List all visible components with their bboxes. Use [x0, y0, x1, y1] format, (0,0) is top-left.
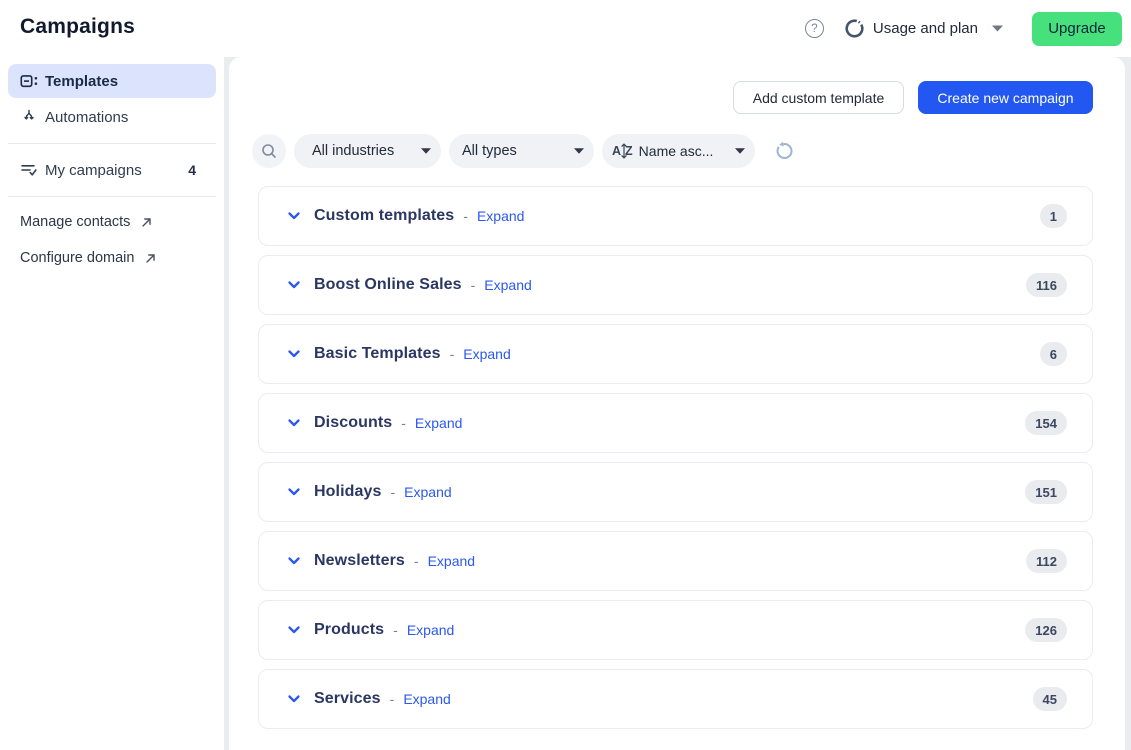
- page-title: Campaigns: [20, 15, 135, 39]
- dash-separator: -: [414, 553, 419, 569]
- my-campaigns-count: 4: [188, 162, 196, 178]
- help-icon[interactable]: ?: [805, 19, 824, 38]
- category-row[interactable]: Services - Expand 45: [258, 669, 1093, 729]
- types-filter-dropdown[interactable]: All types: [449, 134, 594, 168]
- chevron-down-icon[interactable]: [287, 692, 301, 706]
- category-name: Basic Templates: [314, 345, 441, 363]
- sidebar-item-templates[interactable]: Templates: [8, 64, 216, 98]
- sort-az-icon: AZ: [612, 144, 633, 158]
- category-name: Discounts: [314, 414, 392, 432]
- count-badge: 45: [1033, 687, 1067, 711]
- sidebar-item-label: My campaigns: [45, 162, 142, 179]
- expand-link[interactable]: Expand: [404, 484, 451, 500]
- category-row[interactable]: Boost Online Sales - Expand 116: [258, 255, 1093, 315]
- manage-contacts-link[interactable]: Manage contacts: [20, 214, 153, 230]
- category-row[interactable]: Basic Templates - Expand 6: [258, 324, 1093, 384]
- usage-ring-icon: [844, 18, 865, 39]
- header-actions: ? Usage and plan Upgrade: [805, 0, 1122, 57]
- category-row[interactable]: Holidays - Expand 151: [258, 462, 1093, 522]
- automations-icon: [20, 108, 38, 126]
- category-name: Newsletters: [314, 552, 405, 570]
- category-name: Boost Online Sales: [314, 276, 462, 294]
- chevron-down-icon[interactable]: [287, 485, 301, 499]
- count-badge: 112: [1026, 549, 1067, 573]
- category-name: Custom templates: [314, 207, 454, 225]
- count-badge: 154: [1025, 411, 1067, 435]
- my-campaigns-icon: [20, 161, 38, 179]
- add-custom-template-button[interactable]: Add custom template: [733, 81, 904, 114]
- sidebar-divider: [8, 143, 216, 144]
- expand-link[interactable]: Expand: [407, 622, 454, 638]
- external-link-icon: [140, 216, 153, 229]
- category-list: Custom templates - Expand 1 Boost Online…: [258, 186, 1093, 738]
- sidebar-item-label: Templates: [45, 73, 118, 90]
- filter-value: Name asc...: [639, 143, 714, 159]
- dash-separator: -: [391, 484, 396, 500]
- category-row[interactable]: Newsletters - Expand 112: [258, 531, 1093, 591]
- expand-link[interactable]: Expand: [484, 277, 531, 293]
- chevron-down-icon[interactable]: [287, 347, 301, 361]
- usage-and-plan-menu[interactable]: Usage and plan: [844, 18, 1003, 39]
- category-name: Products: [314, 621, 384, 639]
- chevron-down-icon[interactable]: [287, 623, 301, 637]
- sidebar-item-automations[interactable]: Automations: [8, 100, 216, 134]
- usage-label: Usage and plan: [873, 20, 978, 37]
- chevron-down-icon[interactable]: [287, 209, 301, 223]
- header: Campaigns ? Usage and plan Upgrade: [0, 0, 1131, 57]
- category-row[interactable]: Discounts - Expand 154: [258, 393, 1093, 453]
- count-badge: 1: [1040, 204, 1067, 228]
- count-badge: 6: [1040, 342, 1067, 366]
- chevron-down-icon: [735, 148, 745, 154]
- count-badge: 151: [1025, 480, 1067, 504]
- chevron-down-icon: [421, 148, 431, 154]
- create-new-campaign-button[interactable]: Create new campaign: [918, 81, 1093, 114]
- chevron-down-icon: [574, 148, 584, 154]
- sidebar-item-my-campaigns[interactable]: My campaigns 4: [8, 153, 216, 187]
- chevron-down-icon[interactable]: [287, 416, 301, 430]
- filter-value: All types: [462, 143, 517, 159]
- dash-separator: -: [390, 691, 395, 707]
- expand-link[interactable]: Expand: [477, 208, 524, 224]
- industries-filter-dropdown[interactable]: All industries: [294, 134, 441, 168]
- count-badge: 126: [1025, 618, 1067, 642]
- filter-value: All industries: [312, 143, 394, 159]
- configure-domain-link[interactable]: Configure domain: [20, 250, 157, 266]
- category-name: Holidays: [314, 483, 382, 501]
- expand-link[interactable]: Expand: [403, 691, 450, 707]
- sort-dropdown[interactable]: AZ Name asc...: [602, 134, 755, 168]
- search-icon: [260, 142, 279, 161]
- link-label: Configure domain: [20, 250, 134, 266]
- templates-icon: [20, 72, 38, 90]
- sidebar-item-label: Automations: [45, 109, 128, 126]
- search-button[interactable]: [252, 134, 286, 168]
- link-label: Manage contacts: [20, 214, 130, 230]
- chevron-down-icon[interactable]: [287, 554, 301, 568]
- category-row[interactable]: Products - Expand 126: [258, 600, 1093, 660]
- external-link-icon: [144, 252, 157, 265]
- templates-card: Add custom template Create new campaign …: [229, 57, 1125, 750]
- expand-link[interactable]: Expand: [428, 553, 475, 569]
- upgrade-button[interactable]: Upgrade: [1032, 12, 1122, 46]
- dash-separator: -: [450, 346, 455, 362]
- dash-separator: -: [393, 622, 398, 638]
- dash-separator: -: [463, 208, 468, 224]
- sidebar-divider: [8, 196, 216, 197]
- sidebar: Templates Automations My campaigns 4 Man…: [0, 57, 224, 750]
- reset-filters-button[interactable]: [774, 140, 795, 161]
- dash-separator: -: [401, 415, 406, 431]
- category-name: Services: [314, 690, 381, 708]
- expand-link[interactable]: Expand: [415, 415, 462, 431]
- main-panel: Add custom template Create new campaign …: [224, 57, 1131, 750]
- count-badge: 116: [1026, 273, 1067, 297]
- chevron-down-icon: [992, 25, 1003, 32]
- expand-link[interactable]: Expand: [463, 346, 510, 362]
- dash-separator: -: [471, 277, 476, 293]
- category-row[interactable]: Custom templates - Expand 1: [258, 186, 1093, 246]
- chevron-down-icon[interactable]: [287, 278, 301, 292]
- reset-icon: [774, 140, 795, 161]
